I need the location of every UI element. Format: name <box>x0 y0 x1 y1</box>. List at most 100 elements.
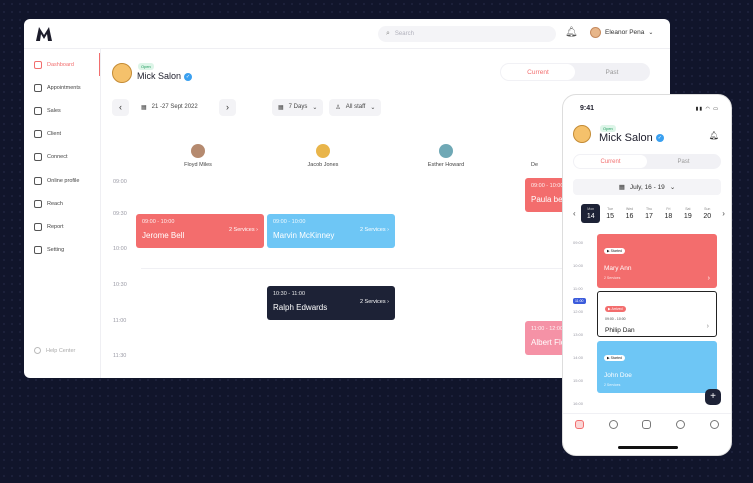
chevron-down-icon: ⌄ <box>370 104 376 111</box>
chevron-right-icon: › <box>706 323 709 330</box>
prev-week-button[interactable]: ‹ <box>112 98 129 116</box>
current-past-toggle: Current Past <box>573 154 721 169</box>
sidebar-item-reach[interactable]: Reach <box>24 192 100 215</box>
sidebar: Dashboard Appointments Sales Client Conn… <box>24 49 101 378</box>
appointment-card[interactable]: ▶ Started John Doe 2 Services <box>597 341 717 393</box>
tab-current[interactable]: Current <box>501 64 575 80</box>
help-icon <box>34 347 41 354</box>
salon-name: Mick Salon ✓ <box>137 71 193 81</box>
time-label: 10:00 <box>573 263 584 268</box>
chevron-left-icon: ‹ <box>119 102 122 112</box>
time-label: 15:00 <box>573 378 584 383</box>
chevron-right-icon: › <box>226 102 229 112</box>
megaphone-icon <box>34 199 42 208</box>
add-appointment-button[interactable]: + <box>705 389 721 405</box>
appointment-card[interactable]: ▶ Started Mary Ann 2 Services › <box>597 234 717 288</box>
chevron-left-icon[interactable]: ‹ <box>573 209 581 218</box>
view-controls: ▦ 7 Days ⌄ ♙ All staff ⌄ <box>272 98 382 116</box>
gear-icon <box>34 246 42 255</box>
staff-select[interactable]: ♙ All staff ⌄ <box>329 98 382 116</box>
time-label: 16:00 <box>573 401 584 406</box>
time-label: 13:00 <box>573 332 584 337</box>
next-week-button[interactable]: › <box>219 98 236 116</box>
salon-avatar <box>573 125 591 143</box>
signal-wifi-battery-icon: ▮▮ ◠ ▭ <box>695 106 719 112</box>
current-time-tag: 11:00 <box>573 298 586 304</box>
monitor-icon <box>34 176 42 185</box>
user-menu[interactable]: Eleanor Pena ⌄ <box>590 27 653 38</box>
day-cell[interactable]: Wed 16 <box>620 207 639 220</box>
staff-column: Floyd Miles <box>168 144 228 168</box>
sidebar-item-sales[interactable]: Sales <box>24 99 100 122</box>
days-select[interactable]: ▦ 7 Days ⌄ <box>272 98 324 116</box>
appointment-card[interactable]: 09:00 - 10:00 Jerome Bell 2 Services › <box>136 214 264 248</box>
date-range-picker[interactable]: ▦ July, 16 - 19 ⌄ <box>573 179 721 195</box>
calendar-icon: ▦ <box>278 104 284 111</box>
status-clock: 9:41 <box>580 105 595 112</box>
help-center-link[interactable]: Help Center <box>34 347 75 354</box>
time-label: 09:30 <box>113 211 127 217</box>
staff-column: Jacob Jones <box>293 144 353 168</box>
chat-tab-icon[interactable] <box>642 420 652 429</box>
bottom-tab-bar <box>563 413 731 435</box>
bell-icon[interactable]: 🔔︎ <box>709 131 719 140</box>
appointment-card[interactable]: ▶ Arrived 09:00 - 10:00 Philip Dan › <box>597 291 717 337</box>
status-badge: ▶ Started <box>604 355 625 361</box>
appointment-card[interactable]: 09:00 - 10:00 Marvin McKinney 2 Services… <box>267 214 395 248</box>
status-badge: ▶ Arrived <box>605 306 626 312</box>
chevron-right-icon: › <box>707 275 710 282</box>
mobile-phone: 9:41 ▮▮ ◠ ▭ Open Mick Salon ✓ 🔔︎ Current … <box>562 94 732 456</box>
search-input[interactable]: ⌕ Search <box>378 26 556 42</box>
avatar <box>191 144 205 158</box>
day-cell[interactable]: Sun 20 <box>698 207 717 220</box>
day-cell[interactable]: Tue 15 <box>600 207 619 220</box>
user-icon <box>34 130 42 139</box>
appointment-card[interactable]: 10:30 - 11:00 Ralph Edwards 2 Services › <box>267 286 395 320</box>
time-label: 14:00 <box>573 355 584 360</box>
sidebar-item-setting[interactable]: Setting <box>24 239 100 262</box>
sidebar-item-client[interactable]: Client <box>24 123 100 146</box>
sidebar-item-appointments[interactable]: Appointments <box>24 76 100 99</box>
salon-name: Mick Salon ✓ <box>599 132 664 144</box>
chart-icon <box>34 106 42 115</box>
week-strip: ‹ Mon 14 Tue 15 Wed 16 Thu 17 Fri 18 Sat 19 Su… <box>573 201 725 225</box>
sidebar-item-connect[interactable]: Connect <box>24 146 100 169</box>
day-cell[interactable]: Mon 14 <box>581 203 601 223</box>
calendar-tab-icon[interactable] <box>575 420 585 429</box>
user-tab-icon[interactable] <box>608 420 618 429</box>
sidebar-item-online-profile[interactable]: Online profile <box>24 169 100 192</box>
tab-past[interactable]: Past <box>575 64 649 80</box>
time-label: 11:00 <box>113 318 127 324</box>
open-badge: Open <box>138 63 154 70</box>
day-cell[interactable]: Thu 17 <box>639 207 658 220</box>
report-icon <box>34 222 42 231</box>
date-controls: ‹ ▦ 21 -27 Sept 2022 › <box>112 98 236 116</box>
day-cell[interactable]: Fri 18 <box>659 207 678 220</box>
tab-current[interactable]: Current <box>574 155 647 168</box>
avatar <box>316 144 330 158</box>
time-label: 12:00 <box>573 309 584 314</box>
profile-tab-icon[interactable] <box>709 420 719 429</box>
open-badge: Open <box>600 125 616 132</box>
current-past-toggle: Current Past <box>500 63 650 81</box>
tab-past[interactable]: Past <box>647 155 720 168</box>
day-cell[interactable]: Sat 19 <box>678 207 697 220</box>
avatar <box>590 27 601 38</box>
time-label: 11:00 <box>573 286 583 291</box>
time-label: 09:00 <box>113 179 127 185</box>
chevron-right-icon[interactable]: › <box>717 209 725 218</box>
chart-tab-icon[interactable] <box>676 420 686 429</box>
date-range-picker[interactable]: ▦ 21 -27 Sept 2022 <box>135 98 213 116</box>
search-icon: ⌕ <box>386 30 390 37</box>
status-badge: ▶ Started <box>604 248 625 254</box>
sidebar-item-report[interactable]: Report <box>24 215 100 238</box>
chevron-down-icon: ⌄ <box>648 30 654 36</box>
sidebar-item-dashboard[interactable]: Dashboard <box>24 53 100 77</box>
user-icon: ♙ <box>335 104 341 111</box>
chevron-down-icon: ⌄ <box>312 104 318 111</box>
top-bar: ⌕ Search 🔔︎ Eleanor Pena ⌄ <box>24 19 670 49</box>
staff-column: Esther Howard <box>416 144 476 168</box>
bell-icon[interactable]: 🔔︎ <box>565 27 578 38</box>
dashboard-icon <box>34 60 42 69</box>
chevron-down-icon: ⌄ <box>669 184 676 191</box>
